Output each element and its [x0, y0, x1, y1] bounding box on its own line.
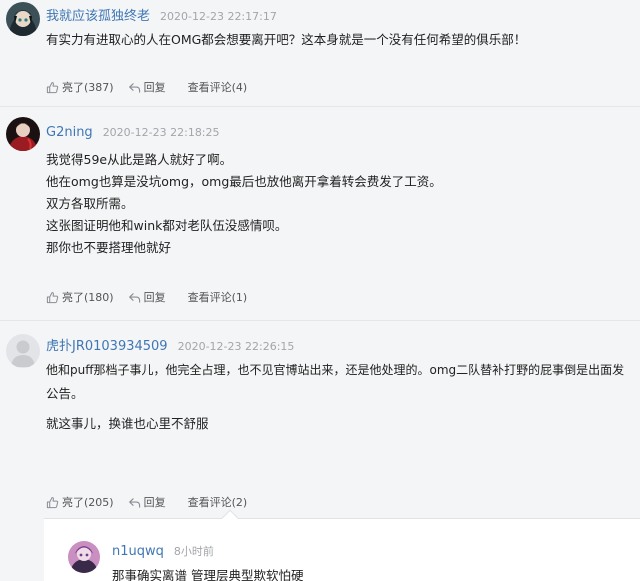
reply-button[interactable]: 回复 [128, 289, 166, 305]
reply-button[interactable]: 回复 [128, 494, 166, 510]
default-avatar-icon[interactable] [6, 334, 40, 368]
reply-icon [128, 292, 140, 303]
thumbs-up-icon [46, 496, 59, 508]
reply-username[interactable]: n1uqwq [112, 544, 164, 559]
like-button[interactable]: 亮了(205) [46, 494, 114, 510]
reply-button[interactable]: 回复 [128, 79, 166, 95]
comment-line: 他和puff那档子事儿，他完全占理，也不见官博站出来，还是他处理的。omg二队替… [46, 363, 625, 377]
view-replies-label: 查看评论(1) [187, 291, 248, 304]
comment-text: 我觉得59e从此是路人就好了啊。 他在omg也算是没坑omg，omg最后也放他离… [46, 149, 442, 259]
comment-line: 我觉得59e从此是路人就好了啊。 [46, 152, 233, 167]
reply-label: 回复 [143, 496, 166, 509]
avatar[interactable] [6, 117, 40, 151]
comment-username[interactable]: G2ning [46, 125, 93, 140]
comment-line: 这张图证明他和wink都对老队伍没感情呗。 [46, 218, 288, 233]
comment-item: 我就应该孤独终老 2020-12-23 22:17:17 有实力有进取心的人在O… [0, 0, 640, 107]
comment-line: 就这事儿，换谁也心里不舒服 [46, 416, 209, 431]
reply-label: 回复 [143, 291, 166, 304]
like-count-label: 亮了(180) [62, 291, 114, 304]
comment-text: 有实力有进取心的人在OMG都会想要离开吧？这本身就是一个没有任何希望的俱乐部！ [46, 29, 526, 51]
comment-timestamp: 2020-12-23 22:17:17 [160, 10, 277, 23]
reply-icon [128, 497, 140, 508]
comment-timestamp: 2020-12-23 22:18:25 [102, 126, 220, 139]
view-replies-label: 查看评论(4) [187, 81, 248, 94]
avatar[interactable] [6, 2, 40, 36]
view-replies-button[interactable]: 查看评论(2) [188, 494, 248, 510]
like-button[interactable]: 亮了(387) [46, 79, 114, 95]
comment-line: 双方各取所需。 [46, 196, 134, 211]
comment-item: G2ning 2020-12-23 22:18:25 我觉得59e从此是路人就好… [0, 108, 640, 321]
reply-timestamp: 8小时前 [173, 545, 214, 558]
reply-panel: n1uqwq 8小时前 那事确实离谱 管理层典型欺软怕硬 [44, 518, 640, 581]
thumbs-up-icon [46, 81, 59, 93]
comment-text: 他和puff那档子事儿，他完全占理，也不见官博站出来，还是他处理的。omg二队替… [46, 358, 624, 436]
reply-icon [128, 82, 140, 93]
thumbs-up-icon [46, 291, 59, 303]
like-button[interactable]: 亮了(180) [46, 289, 114, 305]
comment-line: 公告。 [46, 386, 84, 401]
view-replies-label: 查看评论(2) [187, 496, 248, 509]
comment-timestamp: 2020-12-23 22:26:15 [177, 340, 295, 353]
comment-username[interactable]: 我就应该孤独终老 [46, 5, 150, 24]
avatar[interactable] [68, 541, 100, 573]
comment-line: 他在omg也算是没坑omg，omg最后也放他离开拿着转会费发了工资。 [46, 174, 442, 189]
like-count-label: 亮了(387) [62, 81, 114, 94]
reply-line: 那事确实离谱 管理层典型欺软怕硬 [112, 568, 304, 581]
reply-text: 那事确实离谱 管理层典型欺软怕硬 [112, 565, 303, 581]
comment-username[interactable]: 虎扑JR0103934509 [46, 335, 168, 354]
like-count-label: 亮了(205) [62, 496, 114, 509]
comment-line: 那你也不要搭理他就好 [46, 240, 172, 255]
reply-label: 回复 [143, 81, 166, 94]
comment-line: 有实力有进取心的人在OMG都会想要离开吧？这本身就是一个没有任何希望的俱乐部！ [46, 32, 527, 47]
view-replies-button[interactable]: 查看评论(4) [188, 79, 248, 95]
view-replies-button[interactable]: 查看评论(1) [188, 289, 248, 305]
